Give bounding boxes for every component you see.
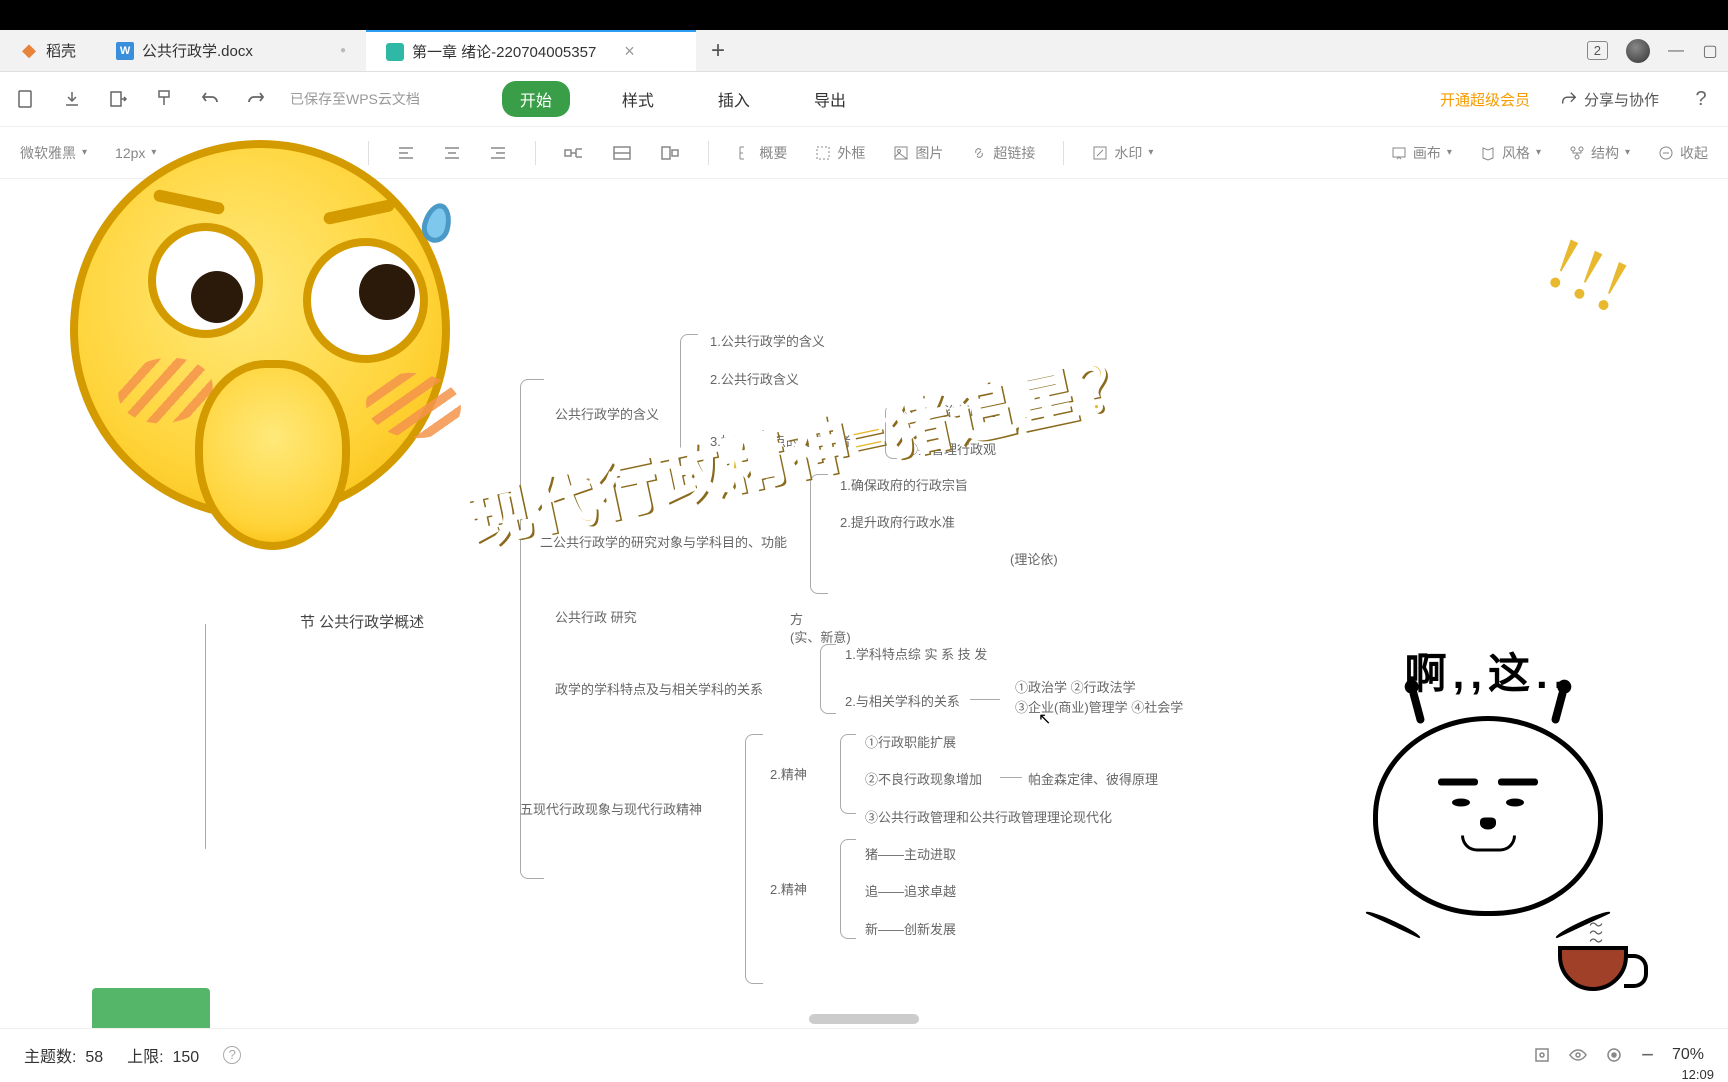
frame-button[interactable]: 外框 <box>815 143 865 163</box>
mindmap-icon <box>386 43 404 61</box>
menu-style[interactable]: 样式 <box>610 81 666 117</box>
redo-icon[interactable] <box>244 87 268 111</box>
exit-icon[interactable] <box>106 87 130 111</box>
window-top-bar <box>0 0 1728 30</box>
add-tab-button[interactable]: + <box>696 37 740 65</box>
minimize-icon[interactable]: — <box>1668 43 1684 59</box>
mindmap-node[interactable]: ③公共行政管理和公共行政管理理论现代化 <box>865 807 1112 826</box>
mindmap-node[interactable]: 2.与相关学科的关系 <box>845 691 960 710</box>
watermark-button[interactable]: 水印 ▾ <box>1092 143 1153 163</box>
tab-label: 第一章 绪论-220704005357 <box>412 41 596 62</box>
meme-sticker: 啊,,这.. 〜〜〜 <box>1328 640 1648 1020</box>
save-status: 已保存至WPS云文档 <box>290 89 420 109</box>
summary-button[interactable]: 概要 <box>737 143 787 163</box>
align-right-icon[interactable] <box>489 144 507 162</box>
tab-label: 稻壳 <box>46 40 76 61</box>
mindmap-node[interactable]: ①行政职能扩展 <box>865 732 956 751</box>
mindmap-node[interactable]: 1.公共行政学的含义 <box>710 331 825 350</box>
mindmap-node[interactable]: 1.学科特点综 实 系 技 发 <box>845 644 987 663</box>
mindmap-node[interactable]: 公共行政 研究 <box>555 607 637 626</box>
cursor-icon: ↖ <box>1038 709 1051 729</box>
horizontal-scrollbar[interactable] <box>809 1014 919 1024</box>
mindmap-node[interactable]: (理论依) <box>1010 549 1058 568</box>
format-painter-icon[interactable] <box>152 87 176 111</box>
eye-icon[interactable] <box>1569 1046 1587 1064</box>
menu-insert[interactable]: 插入 <box>706 81 762 117</box>
tab-label: 公共行政学.docx <box>142 40 253 61</box>
canvas-button[interactable]: 画布 ▾ <box>1391 143 1452 163</box>
picture-button[interactable]: 图片 <box>893 143 943 163</box>
close-icon[interactable]: × <box>624 41 635 62</box>
topic-limit-label: 上限: 150 <box>127 1043 199 1067</box>
mindmap-node[interactable]: 追——追求卓越 <box>865 881 956 900</box>
node-shape-2-icon[interactable] <box>612 144 632 162</box>
topic-count-label: 主题数: 58 <box>24 1043 103 1067</box>
undo-icon[interactable] <box>198 87 222 111</box>
tab-bar: ◆ 稻壳 W 公共行政学.docx ● 第一章 绪论-220704005357 … <box>0 30 1728 72</box>
zoom-percent[interactable]: 70% <box>1672 1046 1704 1064</box>
mindmap-node[interactable]: 2.提升政府行政水准 <box>840 512 955 531</box>
mindmap-node[interactable]: 猪——主动进取 <box>865 844 956 863</box>
help-icon[interactable]: ? <box>1689 87 1713 111</box>
mindmap-root[interactable]: 节 公共行政学概述 <box>300 611 424 632</box>
maximize-icon[interactable]: ▢ <box>1702 43 1718 59</box>
structure-button[interactable]: 结构 ▾ <box>1569 143 1630 163</box>
locate-icon[interactable] <box>1533 1046 1551 1064</box>
menu-start[interactable]: 开始 <box>502 81 570 117</box>
window-badge[interactable]: 2 <box>1587 41 1608 60</box>
floating-panel[interactable] <box>92 988 210 1028</box>
user-avatar[interactable] <box>1626 39 1650 63</box>
target-icon[interactable] <box>1605 1046 1623 1064</box>
new-icon[interactable] <box>14 87 38 111</box>
theme-button[interactable]: 风格 ▾ <box>1480 143 1541 163</box>
node-shape-3-icon[interactable] <box>660 144 680 162</box>
tab-daoke[interactable]: ◆ 稻壳 <box>0 30 96 71</box>
mindmap-node[interactable]: 2.精神 <box>770 764 807 783</box>
mindmap-node[interactable]: 公共行政学的含义 <box>555 404 659 423</box>
vip-link[interactable]: 开通超级会员 <box>1440 89 1530 110</box>
tab-mindmap[interactable]: 第一章 绪论-220704005357 × <box>366 30 696 71</box>
node-shape-1-icon[interactable] <box>564 144 584 162</box>
emoji-sticker <box>50 120 470 540</box>
mindmap-node[interactable]: 帕金森定律、彼得原理 <box>1028 769 1158 788</box>
download-icon[interactable] <box>60 87 84 111</box>
share-label: 分享与协作 <box>1584 89 1659 110</box>
link-button[interactable]: 超链接 <box>971 143 1035 163</box>
help-icon[interactable]: ? <box>223 1046 241 1064</box>
share-button[interactable]: 分享与协作 <box>1560 89 1659 110</box>
mindmap-node[interactable]: ②不良行政现象增加 <box>865 769 982 788</box>
zoom-out-button[interactable]: − <box>1641 1042 1654 1068</box>
main-toolbar: 已保存至WPS云文档 开始 样式 插入 导出 开通超级会员 分享与协作 ? <box>0 72 1728 127</box>
status-bar: 主题数: 58 上限: 150 ? − 70% <box>0 1028 1728 1080</box>
mindmap-node[interactable]: 2.公共行政含义 <box>710 369 799 388</box>
mindmap-node[interactable]: 五现代行政现象与现代行政精神 <box>520 799 702 818</box>
mindmap-node[interactable]: 新——创新发展 <box>865 919 956 938</box>
meme-caption: 啊,,这.. <box>1328 640 1648 701</box>
mindmap-node[interactable]: 2.精神 <box>770 879 807 898</box>
mindmap-node[interactable]: 政学的学科特点及与相关学科的关系 <box>555 679 763 698</box>
collapse-button[interactable]: 收起 <box>1658 143 1708 163</box>
tab-docx[interactable]: W 公共行政学.docx ● <box>96 30 366 71</box>
mindmap-node[interactable]: (实、新意) <box>790 627 851 646</box>
mindmap-node[interactable]: 方 <box>790 609 803 628</box>
word-icon: W <box>116 42 134 60</box>
menu-export[interactable]: 导出 <box>802 81 858 117</box>
daoke-icon: ◆ <box>20 42 38 60</box>
mindmap-node[interactable]: ①政治学 ②行政法学 <box>1015 677 1136 696</box>
